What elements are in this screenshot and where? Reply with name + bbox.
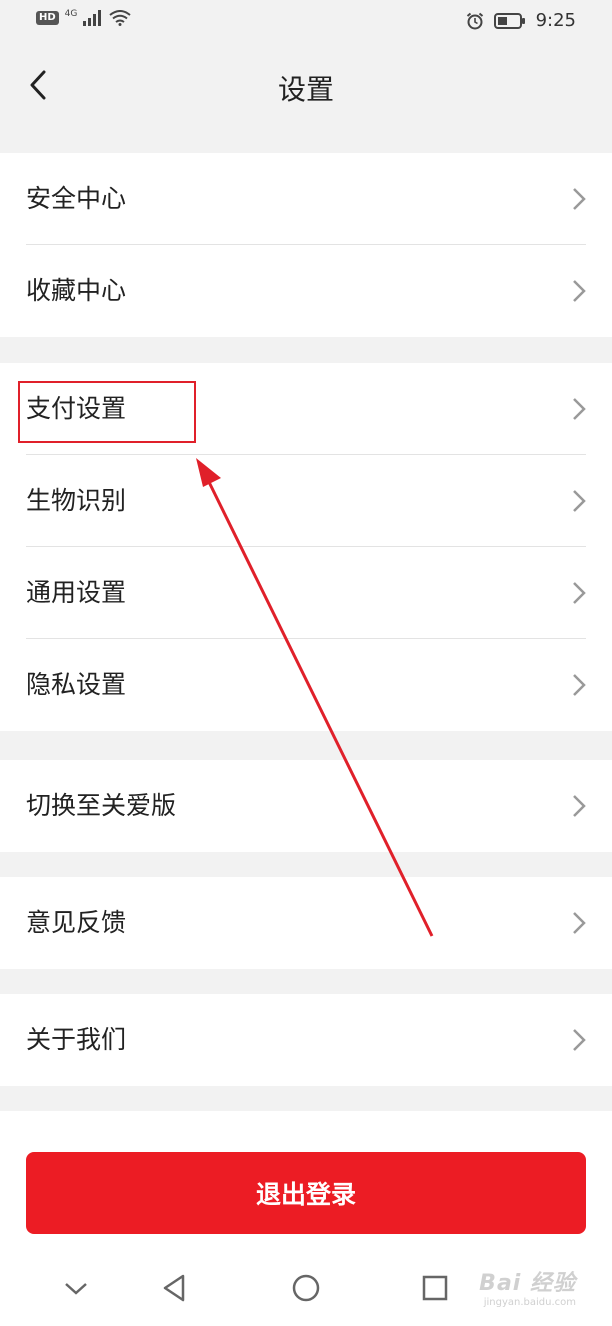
settings-item-favorites-center[interactable]: 收藏中心	[0, 245, 612, 337]
chevron-right-icon	[573, 398, 586, 420]
page-title: 设置	[277, 73, 334, 106]
chevron-right-icon	[573, 280, 586, 302]
alarm-icon	[466, 12, 483, 29]
recents-square-icon[interactable]	[413, 1266, 457, 1310]
settings-group-feedback: 意见反馈	[0, 877, 612, 969]
signal-icon	[83, 10, 102, 26]
home-circle-icon[interactable]	[284, 1266, 328, 1310]
status-right: 9:25	[466, 10, 576, 31]
chevron-right-icon	[573, 795, 586, 817]
settings-item-label: 通用设置	[26, 578, 127, 607]
wifi-icon	[109, 10, 131, 26]
collapse-icon[interactable]	[54, 1266, 98, 1310]
settings-item-general-settings[interactable]: 通用设置	[0, 547, 612, 639]
watermark: Bai 经验 jingyan.baidu.com	[479, 1265, 576, 1308]
hd-badge: HD	[36, 11, 59, 25]
status-left: HD 4G	[36, 9, 131, 26]
settings-group-about: 关于我们	[0, 994, 612, 1086]
status-bar: HD 4G 9:25	[0, 0, 612, 44]
logout-label: 退出登录	[255, 1180, 356, 1209]
back-triangle-icon[interactable]	[153, 1266, 197, 1310]
settings-item-privacy-settings[interactable]: 隐私设置	[0, 639, 612, 731]
chevron-right-icon	[573, 674, 586, 696]
watermark-sub: jingyan.baidu.com	[483, 1297, 576, 1308]
chevron-right-icon	[573, 188, 586, 210]
settings-item-label: 关于我们	[26, 1025, 127, 1054]
header: 设置	[0, 44, 612, 130]
settings-item-label: 切换至关爱版	[26, 791, 177, 820]
status-time: 9:25	[535, 10, 576, 31]
settings-item-label: 生物识别	[26, 486, 127, 515]
logout-button[interactable]: 退出登录	[26, 1152, 586, 1234]
settings-group-care-mode: 切换至关爱版	[0, 760, 612, 852]
chevron-right-icon	[573, 582, 586, 604]
settings-item-label: 安全中心	[26, 184, 127, 213]
watermark-main: Bai 经验	[479, 1271, 576, 1296]
settings-item-security-center[interactable]: 安全中心	[0, 153, 612, 245]
settings-item-switch-care-version[interactable]: 切换至关爱版	[0, 760, 612, 852]
settings-item-label: 意见反馈	[26, 908, 127, 937]
chevron-right-icon	[573, 1029, 586, 1051]
settings-item-label: 隐私设置	[26, 670, 127, 699]
settings-item-feedback[interactable]: 意见反馈	[0, 877, 612, 969]
battery-icon	[493, 12, 525, 29]
settings-item-label: 收藏中心	[26, 276, 127, 305]
settings-item-biometrics[interactable]: 生物识别	[0, 455, 612, 547]
chevron-right-icon	[573, 912, 586, 934]
settings-group-account: 安全中心 收藏中心	[0, 153, 612, 337]
annotation-highlight-box	[18, 381, 196, 443]
chevron-right-icon	[573, 490, 586, 512]
settings-item-about-us[interactable]: 关于我们	[0, 994, 612, 1086]
network-type: 4G	[64, 9, 78, 19]
